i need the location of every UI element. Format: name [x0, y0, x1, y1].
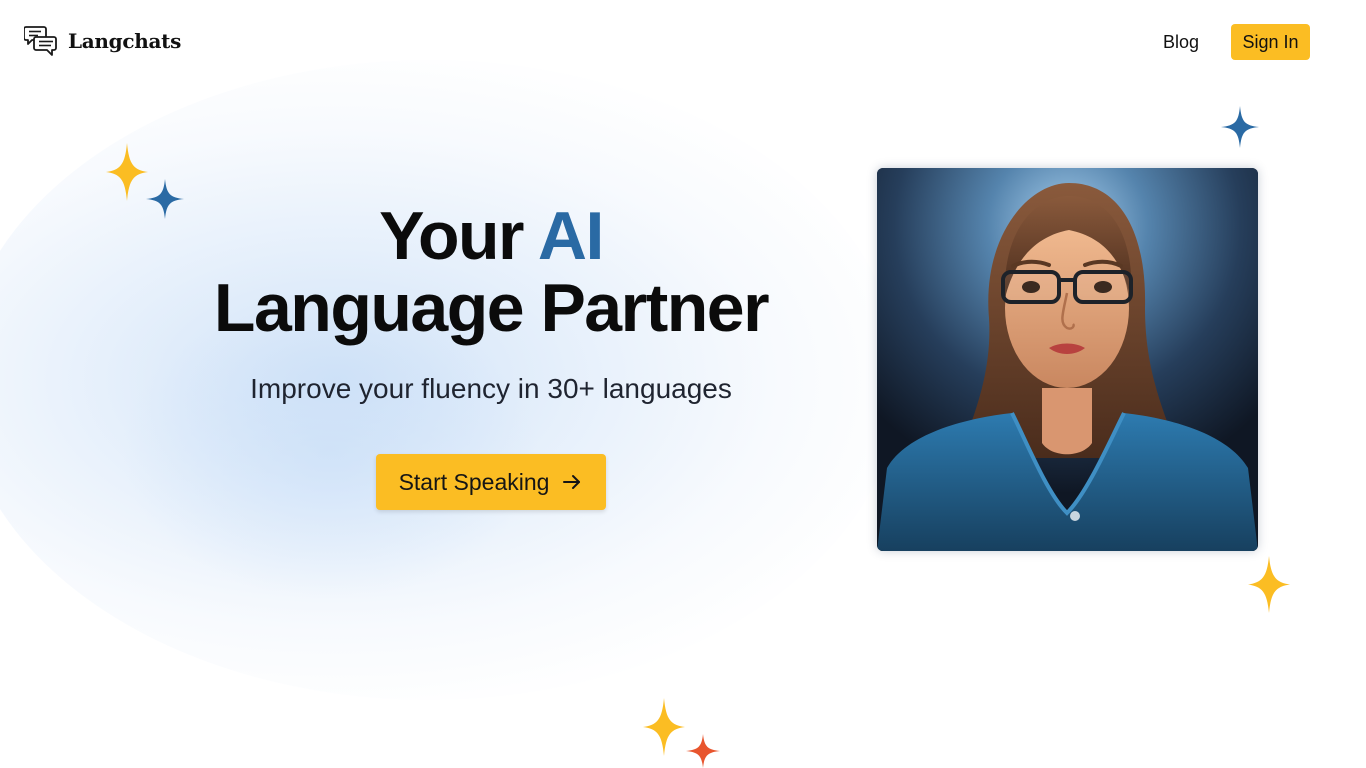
- ai-partner-portrait: [877, 168, 1258, 551]
- headline-part1: Your: [379, 198, 538, 274]
- arrow-right-icon: [563, 475, 581, 489]
- brand-logo-link[interactable]: Langchats: [24, 24, 181, 58]
- sparkle-icon: [686, 734, 720, 768]
- brand-name: Langchats: [68, 29, 182, 53]
- hero-subtitle: Improve your fluency in 30+ languages: [250, 373, 732, 404]
- sparkle-icon: [1221, 106, 1259, 148]
- sign-in-button[interactable]: Sign In: [1231, 24, 1310, 60]
- start-speaking-label: Start Speaking: [398, 468, 550, 495]
- nav-link-blog[interactable]: Blog: [1163, 31, 1199, 53]
- hero-headline: Your AI Language Partner: [100, 200, 882, 344]
- sparkle-icon: [1248, 556, 1290, 613]
- headline-line2: Language Partner: [213, 270, 770, 346]
- chat-bubbles-icon: [24, 26, 57, 56]
- sparkle-icon: [106, 143, 148, 201]
- headline-accent: AI: [537, 198, 605, 274]
- sparkle-icon: [643, 698, 685, 756]
- landing-page: Langchats Blog Sign In Your AI Language P…: [0, 0, 1366, 768]
- start-speaking-button[interactable]: Start Speaking: [376, 454, 606, 510]
- sparkle-icon: [146, 179, 184, 219]
- site-header: Langchats Blog Sign In: [0, 0, 1366, 84]
- portrait-illustration: [877, 168, 1258, 551]
